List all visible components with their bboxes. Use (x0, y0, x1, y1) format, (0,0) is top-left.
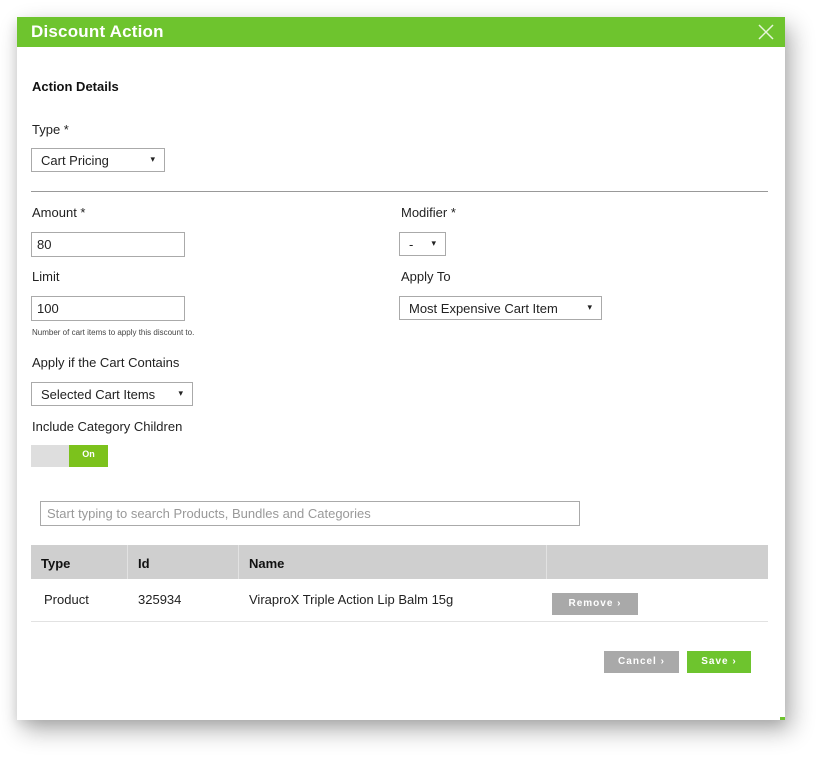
cell-type: Product (44, 592, 89, 607)
limit-input[interactable]: 100 (31, 296, 185, 321)
table-row: Product 325934 ViraproX Triple Action Li… (31, 579, 768, 622)
chevron-down-icon: ▾ (587, 302, 592, 312)
column-header-name: Name (239, 545, 547, 579)
table-header: Type Id Name (31, 545, 768, 579)
cell-name: ViraproX Triple Action Lip Balm 15g (249, 592, 454, 607)
divider (31, 191, 768, 192)
discount-action-dialog: Discount Action Action Details Type * Ca… (17, 17, 785, 720)
apply-to-select[interactable]: Most Expensive Cart Item ▾ (399, 296, 602, 320)
product-search-input[interactable]: Start typing to search Products, Bundles… (40, 501, 580, 526)
remove-button[interactable]: Remove › (552, 593, 638, 615)
chevron-down-icon: ▾ (150, 154, 155, 164)
save-button[interactable]: Save › (687, 651, 751, 673)
type-select[interactable]: Cart Pricing ▾ (31, 148, 165, 172)
chevron-down-icon: ▾ (431, 238, 436, 248)
cancel-button[interactable]: Cancel › (604, 651, 679, 673)
column-header-actions (547, 545, 768, 579)
apply-if-select-value: Selected Cart Items (41, 387, 156, 402)
apply-to-select-value: Most Expensive Cart Item (409, 301, 558, 316)
section-title: Action Details (32, 79, 119, 94)
dialog-header: Discount Action (17, 17, 785, 47)
limit-hint: Number of cart items to apply this disco… (32, 328, 195, 337)
include-children-toggle[interactable]: On (31, 445, 108, 467)
dialog-title: Discount Action (31, 22, 164, 41)
apply-if-select[interactable]: Selected Cart Items ▾ (31, 382, 193, 406)
apply-to-label: Apply To (401, 269, 451, 284)
column-header-type: Type (31, 545, 128, 579)
include-children-label: Include Category Children (32, 419, 183, 434)
close-x-icon (758, 24, 774, 40)
type-label: Type * (32, 122, 69, 137)
chevron-down-icon: ▾ (178, 388, 183, 398)
selected-items-table: Type Id Name Product 325934 ViraproX Tri… (31, 545, 768, 622)
apply-if-label: Apply if the Cart Contains (32, 355, 180, 370)
resize-handle[interactable] (780, 717, 785, 720)
limit-label: Limit (32, 269, 60, 284)
modifier-label: Modifier * (401, 205, 456, 220)
type-select-value: Cart Pricing (41, 153, 109, 168)
column-header-id: Id (128, 545, 239, 579)
amount-input[interactable]: 80 (31, 232, 185, 257)
cell-id: 325934 (138, 592, 182, 607)
amount-label: Amount * (32, 205, 86, 220)
close-button[interactable] (755, 21, 777, 43)
modifier-select-value: - (409, 237, 414, 252)
toggle-on-state: On (69, 445, 108, 467)
modifier-select[interactable]: - ▾ (399, 232, 446, 256)
toggle-off-track (31, 445, 69, 467)
